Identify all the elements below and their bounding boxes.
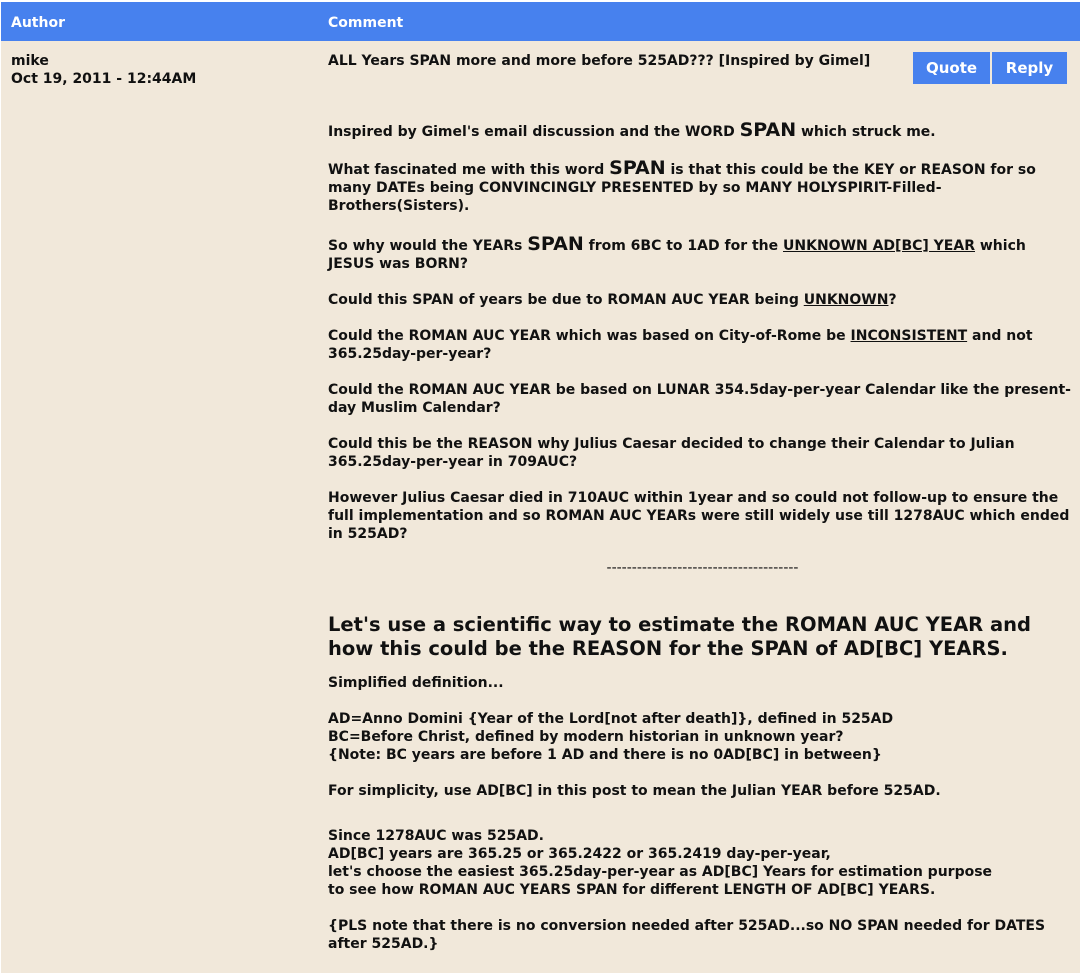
definition-list: AD=Anno Domini {Year of the Lord[not aft… <box>328 710 1073 764</box>
post-title: ALL Years SPAN more and more before 525A… <box>328 53 871 69</box>
author-name: mike <box>11 53 49 69</box>
author-info: mike Oct 19, 2011 - 12:44AM <box>11 52 196 88</box>
paragraph-3: So why would the YEARs SPAN from 6BC to … <box>328 233 1026 273</box>
definition-title: Simplified definition... <box>328 675 504 691</box>
paragraph-7: Could this be the REASON why Julius Caes… <box>328 436 1015 470</box>
conversion-note: {PLS note that there is no conversion ne… <box>328 918 1046 952</box>
paragraph-1: Inspired by Gimel's email discussion and… <box>328 119 936 141</box>
table-header: Author Comment <box>1 2 1080 41</box>
separator: -------------------------------------- <box>606 560 799 576</box>
paragraph-4: Could this SPAN of years be due to ROMAN… <box>328 292 897 308</box>
post-row: mike Oct 19, 2011 - 12:44AM Quote Reply … <box>1 41 1080 973</box>
estimation-line: let's choose the easiest 365.25day-per-y… <box>328 864 993 880</box>
paragraph-6: Could the ROMAN AUC YEAR be based on LUN… <box>328 382 1071 416</box>
estimation-line: AD[BC] years are 365.25 or 365.2422 or 3… <box>328 846 831 862</box>
comment-body: ALL Years SPAN more and more before 525A… <box>328 52 1073 953</box>
paragraph-8: However Julius Caesar died in 710AUC wit… <box>328 490 1070 542</box>
simplicity-note: For simplicity, use AD[BC] in this post … <box>328 783 941 799</box>
definition-line: BC=Before Christ, defined by modern hist… <box>328 729 844 745</box>
paragraph-5: Could the ROMAN AUC YEAR which was based… <box>328 328 1033 362</box>
section-heading: Let's use a scientific way to estimate t… <box>328 613 1031 660</box>
author-column-header: Author <box>11 15 65 31</box>
estimation-line: Since 1278AUC was 525AD. <box>328 828 544 844</box>
comment-column-header: Comment <box>328 15 404 31</box>
post-date: Oct 19, 2011 - 12:44AM <box>11 71 197 87</box>
definition-line: {Note: BC years are before 1 AD and ther… <box>328 747 882 763</box>
estimation-line: to see how ROMAN AUC YEARS SPAN for diff… <box>328 882 936 898</box>
definition-line: AD=Anno Domini {Year of the Lord[not aft… <box>328 711 894 727</box>
estimation-block: Since 1278AUC was 525AD. AD[BC] years ar… <box>328 827 1073 899</box>
unknown-year-link: UNKNOWN AD[BC] YEAR <box>783 238 975 254</box>
paragraph-2: What fascinated me with this word SPAN i… <box>328 157 1036 215</box>
